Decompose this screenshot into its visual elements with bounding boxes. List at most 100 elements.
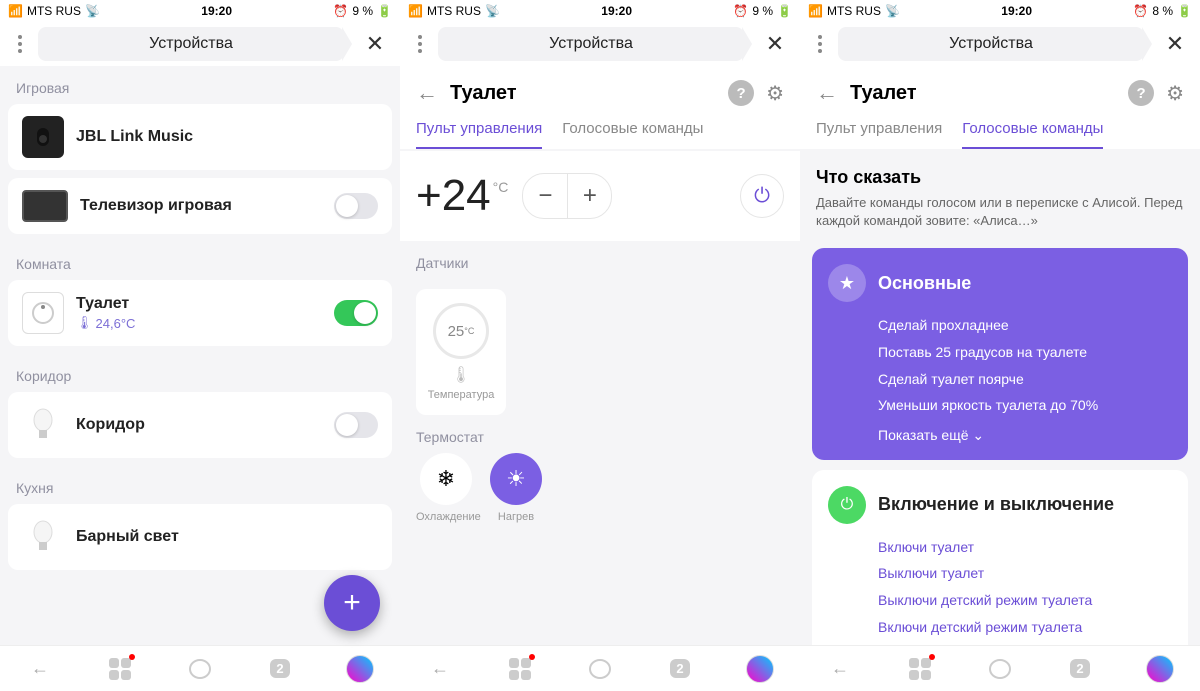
command-item[interactable]: Выключи детский режим туалета <box>878 587 1172 614</box>
device-row-light[interactable]: Коридор <box>8 392 392 458</box>
breadcrumb-pill[interactable]: Устройства <box>838 27 1144 61</box>
breadcrumb-pill[interactable]: Устройства <box>38 27 344 61</box>
toggle-switch[interactable] <box>334 300 378 326</box>
header-bar: Устройства ✕ <box>800 22 1200 66</box>
carrier-label: MTS RUS <box>827 4 881 18</box>
sensor-tile[interactable]: 25°C 🌡 Температура <box>416 289 506 415</box>
command-item[interactable]: Выключи туалет <box>878 560 1172 587</box>
mode-selector: ❄ Охлаждение ☀ Нагрев <box>400 453 800 523</box>
nav-profile[interactable] <box>343 652 377 686</box>
breadcrumb-pill[interactable]: Устройства <box>438 27 744 61</box>
chevron-down-icon: ⌄ <box>972 427 984 443</box>
back-button[interactable]: ← <box>816 80 838 106</box>
carrier-label: MTS RUS <box>427 4 481 18</box>
device-row-light[interactable]: Барный свет <box>8 504 392 570</box>
power-icon: ⏻ <box>828 486 866 524</box>
settings-button[interactable]: ⚙ <box>1166 81 1184 106</box>
nav-grid[interactable] <box>903 652 937 686</box>
close-button[interactable]: ✕ <box>1160 31 1190 57</box>
nav-home[interactable] <box>983 652 1017 686</box>
nav-back[interactable]: ← <box>423 652 457 686</box>
nav-home[interactable] <box>583 652 617 686</box>
device-name: Барный свет <box>76 528 378 546</box>
status-bar: 📶MTS RUS📡 19:20 ⏰9 %🔋 <box>0 0 400 22</box>
nav-profile[interactable] <box>743 652 777 686</box>
command-item[interactable]: Включи туалет <box>878 534 1172 561</box>
device-row-thermostat[interactable]: Туалет 🌡24,6°C <box>8 280 392 346</box>
bottom-nav: ← 2 <box>400 645 800 691</box>
device-name: Телевизор игровая <box>80 197 322 215</box>
menu-button[interactable] <box>410 35 430 53</box>
battery-icon: 🔋 <box>777 4 792 18</box>
increase-button[interactable]: + <box>567 174 611 218</box>
alarm-icon: ⏰ <box>733 4 748 18</box>
device-name: JBL Link Music <box>76 128 378 146</box>
command-item[interactable]: Сделай туалет поярче <box>878 366 1172 393</box>
screen-voice-commands: 📶MTS RUS📡 19:20 ⏰8 %🔋 Устройства ✕ ← Туа… <box>800 0 1200 691</box>
mode-label: Охлаждение <box>416 511 476 523</box>
commands-card-main: ★ Основные Сделай прохладнее Поставь 25 … <box>812 248 1188 459</box>
command-item[interactable]: Включи детский режим туалета <box>878 614 1172 641</box>
bulb-icon <box>22 404 64 446</box>
command-item[interactable]: Поставь 25 градусов на туалете <box>878 339 1172 366</box>
tab-voice[interactable]: Голосовые команды <box>962 120 1103 149</box>
device-sub: 🌡24,6°C <box>76 315 322 331</box>
screen-devices-list: 📶MTS RUS📡 19:20 ⏰9 %🔋 Устройства ✕ Игров… <box>0 0 400 691</box>
notification-dot <box>129 654 135 660</box>
breadcrumb-label: Устройства <box>149 35 233 53</box>
toggle-switch[interactable] <box>334 193 378 219</box>
power-button[interactable]: ⏻ <box>740 174 784 218</box>
temperature-unit: °C <box>493 179 509 195</box>
section-label: Кухня <box>0 466 400 504</box>
command-item[interactable]: Уменьши яркость туалета до 70% <box>878 392 1172 419</box>
close-button[interactable]: ✕ <box>760 31 790 57</box>
tab-remote[interactable]: Пульт управления <box>816 120 942 149</box>
section-label: Игровая <box>0 66 400 104</box>
add-button[interactable]: + <box>324 575 380 631</box>
back-button[interactable]: ← <box>416 80 438 106</box>
nav-home[interactable] <box>183 652 217 686</box>
nav-profile[interactable] <box>1143 652 1177 686</box>
settings-button[interactable]: ⚙ <box>766 81 784 106</box>
mode-cool-button[interactable]: ❄ <box>420 453 472 505</box>
tab-voice[interactable]: Голосовые команды <box>562 120 703 149</box>
nav-back[interactable]: ← <box>823 652 857 686</box>
alarm-icon: ⏰ <box>1133 4 1148 18</box>
nav-tabs[interactable]: 2 <box>663 652 697 686</box>
nav-tabs[interactable]: 2 <box>1063 652 1097 686</box>
close-button[interactable]: ✕ <box>360 31 390 57</box>
thermometer-icon: 🌡 <box>76 315 93 331</box>
temperature-control: +24°C − + ⏻ <box>400 151 800 241</box>
nav-grid[interactable] <box>103 652 137 686</box>
nav-tabs[interactable]: 2 <box>263 652 297 686</box>
nav-back[interactable]: ← <box>23 652 57 686</box>
device-header: ← Туалет ? ⚙ Пульт управления Голосовые … <box>800 66 1200 149</box>
menu-button[interactable] <box>10 35 30 53</box>
tv-icon <box>22 190 68 222</box>
mode-heat-button[interactable]: ☀ <box>490 453 542 505</box>
help-button[interactable]: ? <box>1128 80 1154 106</box>
thermometer-icon: 🌡 <box>451 365 471 385</box>
mode-label: Нагрев <box>498 511 534 523</box>
content-area: +24°C − + ⏻ Датчики 25°C 🌡 Температура Т… <box>400 149 800 645</box>
content-area: Игровая JBL Link Music Телевизор игровая… <box>0 66 400 645</box>
device-row-tv[interactable]: Телевизор игровая <box>8 178 392 234</box>
device-header: ← Туалет ? ⚙ Пульт управления Голосовые … <box>400 66 800 149</box>
help-button[interactable]: ? <box>728 80 754 106</box>
tab-row: Пульт управления Голосовые команды <box>416 120 784 149</box>
battery-label: 9 % <box>352 4 373 18</box>
menu-button[interactable] <box>810 35 830 53</box>
breadcrumb-label: Устройства <box>549 35 633 53</box>
dial-icon <box>22 292 64 334</box>
header-bar: Устройства ✕ <box>0 22 400 66</box>
decrease-button[interactable]: − <box>523 174 567 218</box>
toggle-switch[interactable] <box>334 412 378 438</box>
device-row-speaker[interactable]: JBL Link Music <box>8 104 392 170</box>
nav-grid[interactable] <box>503 652 537 686</box>
command-list: Сделай прохладнее Поставь 25 градусов на… <box>828 312 1172 418</box>
speaker-icon <box>22 116 64 158</box>
show-more-button[interactable]: Показать ещё ⌄ <box>828 427 1172 444</box>
clock-label: 19:20 <box>601 4 632 18</box>
tab-remote[interactable]: Пульт управления <box>416 120 542 149</box>
command-item[interactable]: Сделай прохладнее <box>878 312 1172 339</box>
